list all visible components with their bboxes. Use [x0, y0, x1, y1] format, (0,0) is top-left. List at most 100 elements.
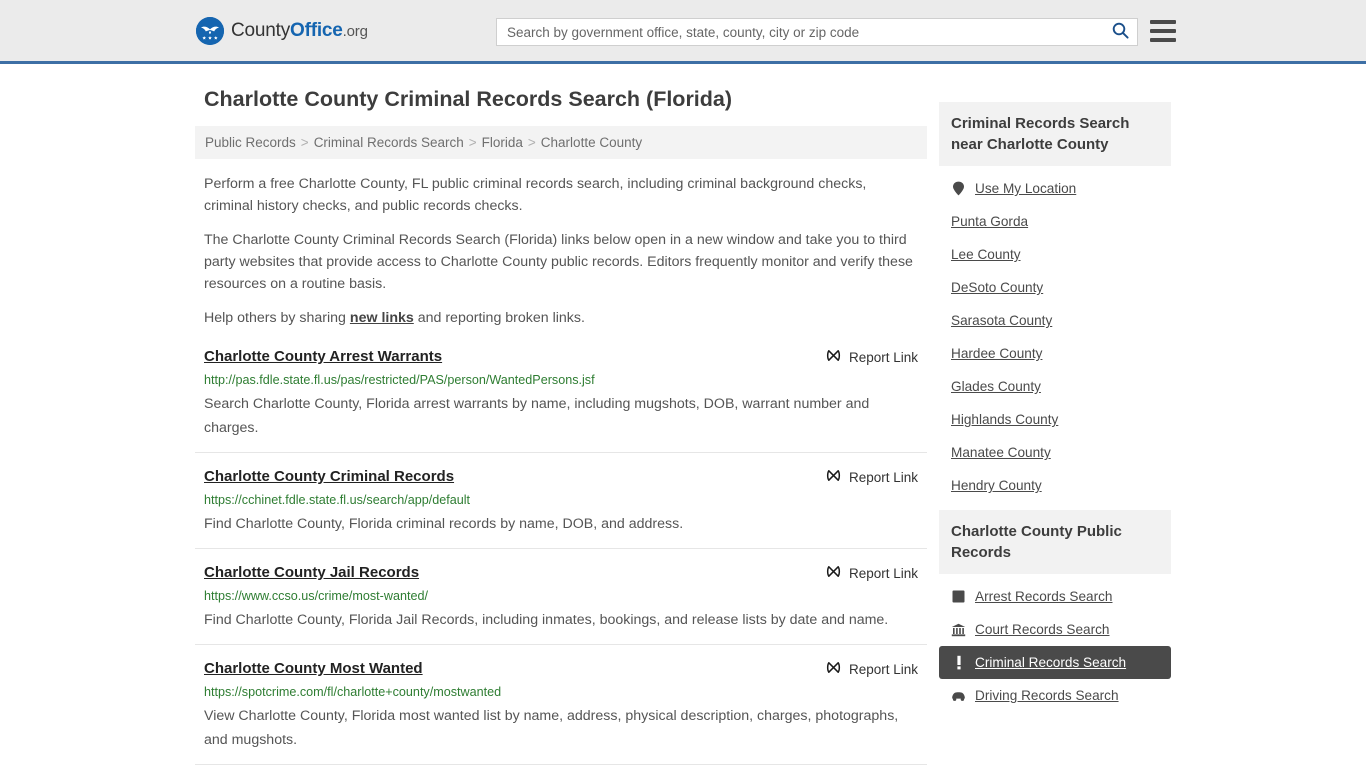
hamburger-menu-icon[interactable] [1150, 20, 1176, 42]
sidebar-nearby-item-glades-county[interactable]: Glades County [939, 370, 1171, 403]
result-description: View Charlotte County, Florida most want… [204, 708, 899, 748]
breadcrumb-item[interactable]: Charlotte County [541, 135, 642, 150]
result-url[interactable]: https://cchinet.fdle.state.fl.us/search/… [204, 492, 918, 508]
sidebar-public-records-card: Charlotte County Public Records Arrest R… [939, 510, 1171, 712]
sidebar-nearby-item-label[interactable]: Use My Location [975, 181, 1076, 196]
sidebar-nearby-item-label[interactable]: Lee County [951, 247, 1021, 262]
sidebar-nearby-item-manatee-county[interactable]: Manatee County [939, 436, 1171, 469]
broken-link-icon [826, 564, 841, 582]
fingerprint-icon [951, 589, 966, 604]
broken-link-icon [826, 660, 841, 678]
result-item: Charlotte County Most Wanted Report Link… [195, 659, 927, 765]
intro-paragraph-2: The Charlotte County Criminal Records Se… [204, 232, 913, 292]
search-icon [1112, 22, 1129, 42]
sidebar-nearby-card: Criminal Records Search near Charlotte C… [939, 102, 1171, 502]
report-link-button[interactable]: Report Link [826, 347, 918, 366]
hamburger-bar [1150, 29, 1176, 33]
brand-prefix: County [231, 19, 291, 41]
site-header: CountyOffice.org [0, 0, 1366, 64]
report-link-label: Report Link [848, 565, 918, 581]
sidebar-records-item-criminal-records-search[interactable]: Criminal Records Search [939, 646, 1171, 679]
result-title-link[interactable]: Charlotte County Criminal Records [204, 467, 454, 487]
car-icon [951, 688, 966, 703]
share-suffix: and reporting broken links. [413, 310, 585, 326]
sidebar-nearby-item-label[interactable]: DeSoto County [951, 280, 1043, 295]
broken-link-icon [826, 348, 841, 366]
new-links-link[interactable]: new links [350, 310, 414, 326]
share-paragraph: Help others by sharing new links and rep… [204, 307, 916, 329]
sidebar-nearby-item-hardee-county[interactable]: Hardee County [939, 337, 1171, 370]
sidebar-records-item-driving-records-search[interactable]: Driving Records Search [939, 679, 1171, 712]
breadcrumb-item[interactable]: Public Records [205, 135, 296, 150]
report-link-button[interactable]: Report Link [826, 467, 918, 486]
result-header: Charlotte County Most Wanted Report Link [204, 659, 918, 679]
courthouse-icon [951, 622, 966, 637]
breadcrumb: Public Records > Criminal Records Search > F… [195, 126, 927, 159]
search-input[interactable] [497, 19, 1103, 45]
result-item: Charlotte County Arrest Warrants Report … [195, 347, 927, 453]
site-logo-text: CountyOffice.org [231, 20, 368, 42]
result-description: Find Charlotte County, Florida Jail Reco… [204, 612, 889, 628]
intro-paragraph-1: Perform a free Charlotte County, FL publ… [204, 176, 867, 214]
results-list: Charlotte County Arrest Warrants Report … [195, 347, 927, 765]
result-header: Charlotte County Arrest Warrants Report … [204, 347, 918, 367]
exclamation-icon [951, 655, 966, 670]
result-url[interactable]: https://spotcrime.com/fl/charlotte+count… [204, 684, 918, 700]
brand-tld: .org [342, 22, 368, 40]
result-title-link[interactable]: Charlotte County Jail Records [204, 563, 419, 583]
page-body: Charlotte County Criminal Records Search… [0, 64, 1366, 768]
sidebar-records-item-label[interactable]: Driving Records Search [975, 688, 1119, 703]
sidebar-records-item-label[interactable]: Court Records Search [975, 622, 1109, 637]
site-logo[interactable]: CountyOffice.org [196, 16, 368, 45]
search-button[interactable] [1103, 19, 1137, 45]
sidebar-nearby-item-label[interactable]: Highlands County [951, 412, 1058, 427]
sidebar-nearby-item-label[interactable]: Manatee County [951, 445, 1051, 460]
sidebar-nearby-item-lee-county[interactable]: Lee County [939, 238, 1171, 271]
sidebar-records-item-label[interactable]: Criminal Records Search [975, 655, 1126, 670]
result-title-link[interactable]: Charlotte County Arrest Warrants [204, 347, 442, 367]
map-pin-icon [951, 181, 966, 196]
result-url[interactable]: http://pas.fdle.state.fl.us/pas/restrict… [204, 372, 918, 388]
hamburger-bar [1150, 38, 1176, 42]
result-item: Charlotte County Jail Records Report Lin… [195, 563, 927, 645]
sidebar-nearby-item-desoto-county[interactable]: DeSoto County [939, 271, 1171, 304]
sidebar-nearby-item-label[interactable]: Punta Gorda [951, 214, 1028, 229]
sidebar-nearby-item-label[interactable]: Sarasota County [951, 313, 1052, 328]
result-description: Find Charlotte County, Florida criminal … [204, 516, 684, 532]
sidebar: Criminal Records Search near Charlotte C… [939, 86, 1171, 720]
sidebar-nearby-item-punta-gorda[interactable]: Punta Gorda [939, 205, 1171, 238]
sidebar-records-item-court-records-search[interactable]: Court Records Search [939, 613, 1171, 646]
search-bar[interactable] [496, 18, 1138, 46]
breadcrumb-separator: > [527, 135, 536, 150]
breadcrumb-item[interactable]: Criminal Records Search [314, 135, 464, 150]
sidebar-nearby-item-highlands-county[interactable]: Highlands County [939, 403, 1171, 436]
report-link-label: Report Link [848, 661, 918, 677]
result-url[interactable]: https://www.ccso.us/crime/most-wanted/ [204, 588, 918, 604]
sidebar-public-records-list: Arrest Records Search Court Records Searc… [939, 574, 1171, 712]
intro-text: Perform a free Charlotte County, FL publ… [195, 173, 927, 329]
sidebar-nearby-item-label[interactable]: Hardee County [951, 346, 1042, 361]
share-prefix: Help others by sharing [204, 310, 350, 326]
breadcrumb-separator: > [468, 135, 477, 150]
main-content: Charlotte County Criminal Records Search… [195, 86, 927, 768]
sidebar-nearby-item-hendry-county[interactable]: Hendry County [939, 469, 1171, 502]
breadcrumb-item[interactable]: Florida [482, 135, 523, 150]
countyoffice-eagle-logo-icon [196, 16, 224, 45]
result-description: Search Charlotte County, Florida arrest … [204, 396, 870, 436]
result-title-link[interactable]: Charlotte County Most Wanted [204, 659, 423, 679]
sidebar-nearby-item-label[interactable]: Glades County [951, 379, 1041, 394]
report-link-button[interactable]: Report Link [826, 659, 918, 678]
sidebar-nearby-item-use-my-location[interactable]: Use My Location [939, 172, 1171, 205]
report-link-button[interactable]: Report Link [826, 563, 918, 582]
report-link-label: Report Link [848, 349, 918, 365]
breadcrumb-separator: > [300, 135, 309, 150]
sidebar-public-records-heading: Charlotte County Public Records [939, 510, 1171, 574]
sidebar-nearby-list: Use My Location Punta Gorda Lee County DeSo… [939, 166, 1171, 502]
sidebar-nearby-item-label[interactable]: Hendry County [951, 478, 1042, 493]
result-header: Charlotte County Criminal Records Report… [204, 467, 918, 487]
hamburger-bar [1150, 20, 1176, 24]
page-title: Charlotte County Criminal Records Search… [204, 87, 733, 111]
sidebar-nearby-item-sarasota-county[interactable]: Sarasota County [939, 304, 1171, 337]
sidebar-records-item-arrest-records-search[interactable]: Arrest Records Search [939, 580, 1171, 613]
sidebar-records-item-label[interactable]: Arrest Records Search [975, 589, 1113, 604]
